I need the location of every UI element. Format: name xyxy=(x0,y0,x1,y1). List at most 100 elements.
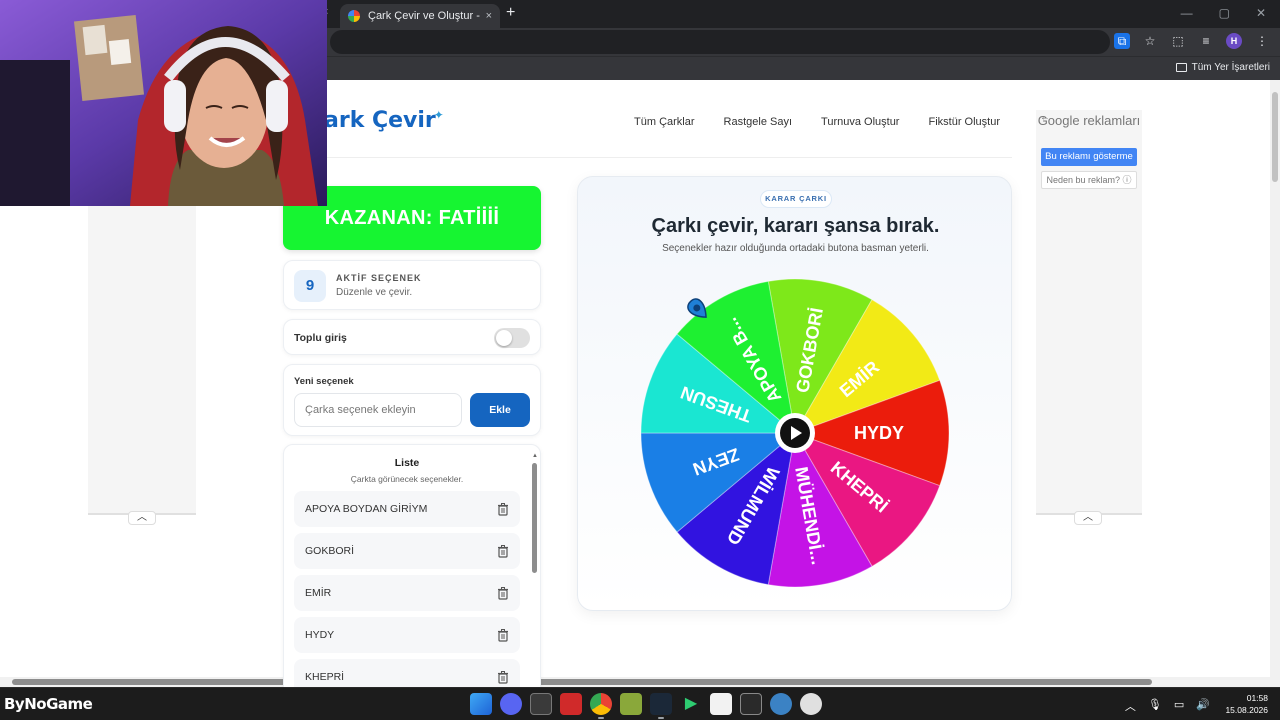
options-panel: KAZANAN: FATİİİİ 9 AKTİF SEÇENEK Düzenle… xyxy=(282,176,550,694)
list-item[interactable]: EMİR xyxy=(294,575,520,611)
bynogame-watermark: ByNoGame xyxy=(4,695,93,713)
logo-text: ark Çevir xyxy=(324,108,436,133)
all-bookmarks-label: Tüm Yer İşaretleri xyxy=(1191,62,1270,73)
add-option-button[interactable]: Ekle xyxy=(470,393,530,427)
page-scrollbar-horizontal[interactable] xyxy=(0,677,1280,687)
collapse-ad-button[interactable]: ︿ xyxy=(128,511,156,525)
taskbar: ByNoGame ▶ ︿ 🎙 ▭ 🔊 01:58 15.08.2026 xyxy=(0,687,1280,720)
collapse-ad-button[interactable]: ︿ xyxy=(1074,511,1102,525)
taskbar-apps: ▶ xyxy=(470,693,822,719)
steam-icon[interactable] xyxy=(650,693,672,719)
main-nav: Tüm Çarklar Rastgele Sayı Turnuva Oluştu… xyxy=(634,116,1000,128)
menu-icon[interactable]: ⋮ xyxy=(1254,33,1270,49)
nav-random-number[interactable]: Rastgele Sayı xyxy=(724,116,792,128)
play-icon[interactable]: ▶ xyxy=(680,693,702,715)
system-tray: ︿ 🎙 ▭ 🔊 xyxy=(1125,698,1210,714)
list-item[interactable]: APOYA BOYDAN GİRİYM xyxy=(294,491,520,527)
wheel-title: Çarkı çevir, kararı şansa bırak. xyxy=(651,215,940,237)
wheel-card: KARAR ÇARKI Çarkı çevir, kararı şansa bı… xyxy=(577,176,1012,611)
bookmark-star-icon[interactable]: ☆ xyxy=(1142,33,1158,49)
app-red-icon[interactable] xyxy=(560,693,582,715)
wheel-subtitle: Seçenekler hazır olduğunda ortadaki buto… xyxy=(662,243,929,254)
profile-avatar[interactable]: H xyxy=(1226,33,1242,49)
list-item[interactable]: GOKBORİ xyxy=(294,533,520,569)
chrome-icon[interactable] xyxy=(590,693,612,719)
trash-icon[interactable] xyxy=(496,628,510,642)
close-window-icon[interactable]: ✕ xyxy=(1256,6,1266,20)
close-tab-icon[interactable]: × xyxy=(486,10,492,22)
bulk-entry-label: Toplu giriş xyxy=(294,332,347,344)
clock[interactable]: 01:58 15.08.2026 xyxy=(1225,692,1268,716)
new-option-label: Yeni seçenek xyxy=(294,376,354,387)
start-icon[interactable] xyxy=(470,693,492,715)
new-option-card: Yeni seçenek Ekle xyxy=(283,364,541,436)
toggle-knob xyxy=(496,330,512,346)
wheel-segment-label: HYDY xyxy=(854,423,904,443)
bulk-entry-toggle[interactable] xyxy=(494,328,530,348)
discord-icon[interactable] xyxy=(500,693,522,715)
minimize-icon[interactable]: — xyxy=(1181,6,1193,20)
spin-wheel[interactable]: GOKBORİ EMİRHYDYKHEPRİMÜHENDİ...WİLMUNDZE… xyxy=(628,267,963,602)
folder-icon xyxy=(1175,63,1187,72)
app-green-icon[interactable] xyxy=(620,693,642,715)
google-ads-title: Google reklamları xyxy=(1037,113,1141,128)
list-item[interactable]: HYDY xyxy=(294,617,520,653)
clock-time: 01:58 xyxy=(1246,693,1268,703)
all-bookmarks[interactable]: Tüm Yer İşaretleri xyxy=(1175,62,1270,73)
nav-tournament[interactable]: Turnuva Oluştur xyxy=(821,116,899,128)
active-options-subtitle: Düzenle ve çevir. xyxy=(336,287,413,298)
why-this-ad-button[interactable]: Neden bu reklam? ⓘ xyxy=(1041,171,1137,189)
hide-ad-button[interactable]: Bu reklamı gösterme xyxy=(1041,148,1137,166)
media-icon[interactable]: ≡ xyxy=(1198,33,1214,49)
favicon-icon xyxy=(348,10,360,22)
list-scroll-thumb[interactable] xyxy=(532,463,537,573)
page-scrollbar-vertical[interactable] xyxy=(1270,80,1280,677)
list-item-label: KHEPRİ xyxy=(305,671,345,683)
address-bar[interactable] xyxy=(330,30,1110,54)
trash-icon[interactable] xyxy=(496,586,510,600)
list-item-label: EMİR xyxy=(305,587,332,599)
new-option-input[interactable] xyxy=(294,393,462,427)
active-options-card: 9 AKTİF SEÇENEK Düzenle ve çevir. xyxy=(283,260,541,310)
translate-icon[interactable]: ⧉ xyxy=(1114,33,1130,49)
clock-date: 15.08.2026 xyxy=(1225,705,1268,715)
list-scrollbar[interactable]: ▲ xyxy=(532,453,538,578)
toolbar-icons: ⧉ ☆ ⬚ ≡ H ⋮ xyxy=(1114,33,1270,49)
capcut-icon[interactable] xyxy=(710,693,732,715)
nav-fixture[interactable]: Fikstür Oluştur xyxy=(928,116,1000,128)
list-subtitle: Çarkta görünecek seçenekler. xyxy=(350,474,464,484)
webcam-overlay xyxy=(0,0,327,206)
scroll-thumb[interactable] xyxy=(12,679,1152,685)
site-header: ark Çevir ✦ Tüm Çarklar Rastgele Sayı Tu… xyxy=(320,100,1012,158)
active-count-badge: 9 xyxy=(294,270,326,302)
ad-slot-right: ← Google reklamları Bu reklamı gösterme … xyxy=(1036,110,1142,525)
active-options-title: AKTİF SEÇENEK xyxy=(336,273,422,283)
trash-icon[interactable] xyxy=(496,544,510,558)
obs-icon[interactable] xyxy=(800,693,822,715)
tray-chevron-icon[interactable]: ︿ xyxy=(1125,698,1136,714)
maximize-icon[interactable]: ▢ xyxy=(1219,6,1230,20)
scroll-thumb[interactable] xyxy=(1272,92,1278,182)
bulk-entry-card: Toplu giriş xyxy=(283,319,541,355)
new-tab-button[interactable]: + xyxy=(506,4,515,22)
list-item-label: GOKBORİ xyxy=(305,545,355,557)
network-icon[interactable]: ▭ xyxy=(1174,698,1184,714)
volume-icon[interactable]: 🔊 xyxy=(1196,698,1210,714)
logo-spark-icon: ✦ xyxy=(433,108,444,122)
options-list-card: Liste Çarkta görünecek seçenekler. ▲ APO… xyxy=(283,444,541,694)
extensions-icon[interactable]: ⬚ xyxy=(1170,33,1186,49)
trash-icon[interactable] xyxy=(496,502,510,516)
app-blue-icon[interactable] xyxy=(770,693,792,715)
site-logo[interactable]: ark Çevir ✦ xyxy=(324,108,444,133)
store-icon[interactable] xyxy=(530,693,552,715)
list-title: Liste xyxy=(394,457,420,469)
scroll-up-icon[interactable]: ▲ xyxy=(532,453,538,459)
tab-active[interactable]: Çark Çevir ve Oluştur - Ücretsiz × xyxy=(340,4,500,28)
mic-icon[interactable]: 🎙 xyxy=(1148,698,1162,714)
trash-icon[interactable] xyxy=(496,670,510,684)
tab-title: Çark Çevir ve Oluştur - Ücretsiz xyxy=(368,10,480,22)
list-item-label: APOYA BOYDAN GİRİYM xyxy=(305,503,428,515)
nav-all-wheels[interactable]: Tüm Çarklar xyxy=(634,116,695,128)
epic-games-icon[interactable] xyxy=(740,693,762,715)
streamer-webcam-image xyxy=(0,0,327,206)
